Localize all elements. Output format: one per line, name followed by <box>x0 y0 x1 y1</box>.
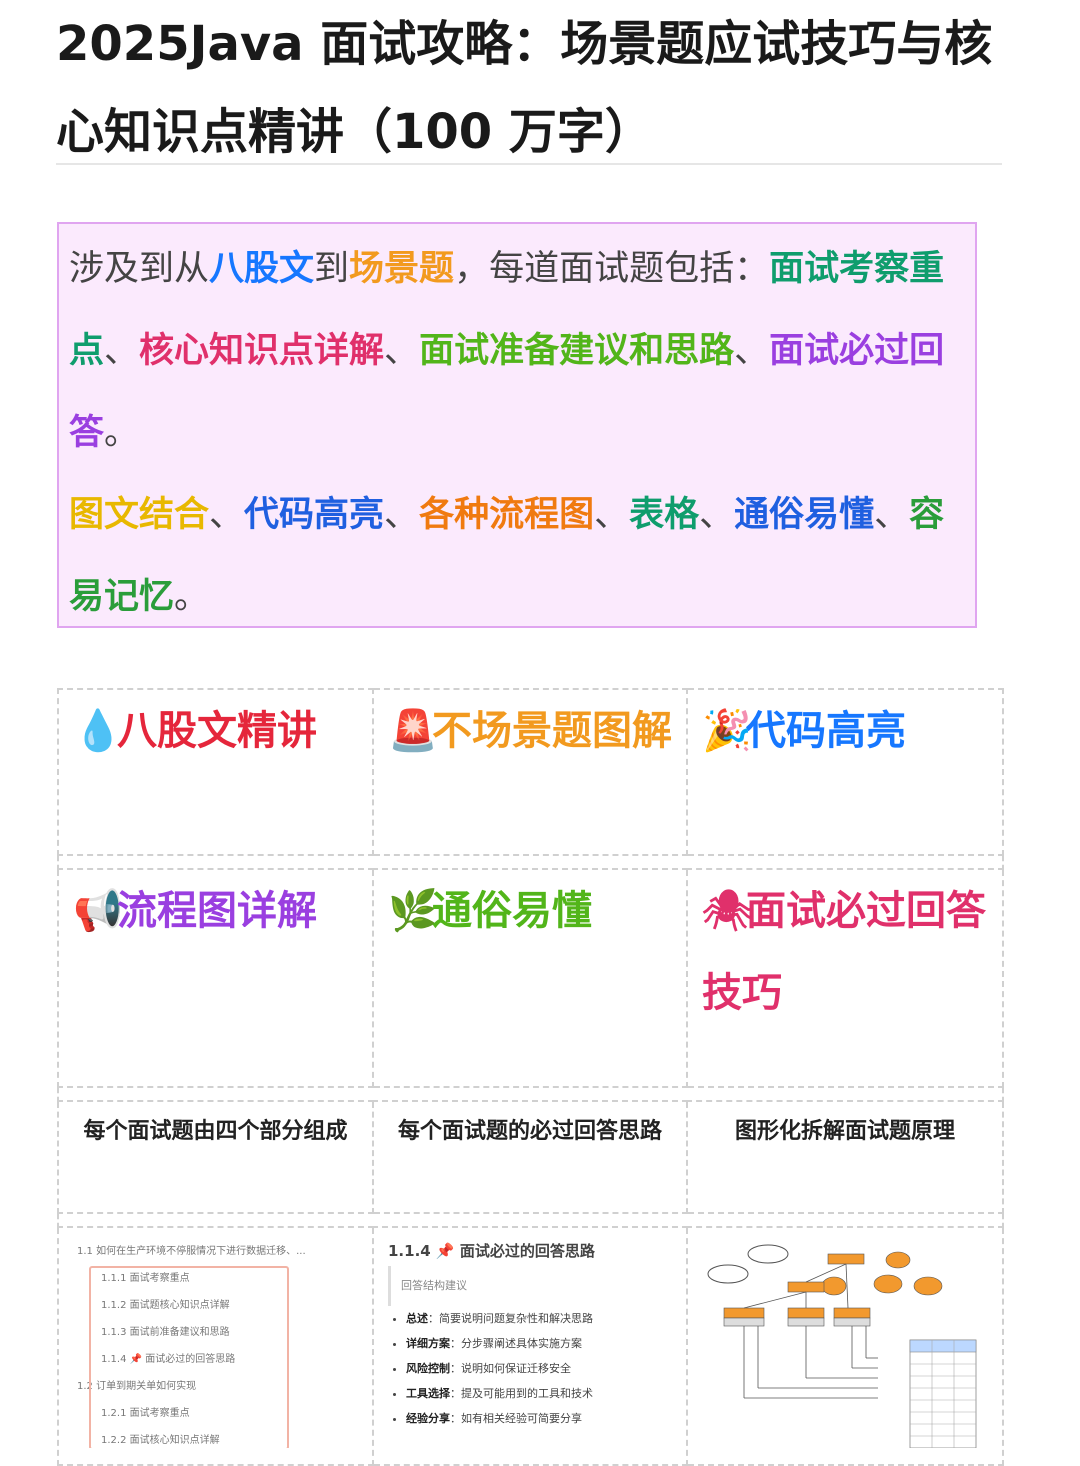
caption-graphical: 图形化拆解面试题原理 <box>734 1119 955 1144</box>
spider-icon: 🕷 <box>702 888 753 934</box>
answer-item: 经验分享：如有相关经验可简要分享 <box>406 1406 672 1431</box>
tree-diagram-illustration <box>707 1244 977 1448</box>
feature-label: 八股文精讲 <box>117 708 317 754</box>
intro-highlight: 核心知识点详解 <box>139 331 385 371</box>
answer-heading: 1.1.4 📌 面试必过的回答思路 <box>388 1242 595 1260</box>
caption-cell: 每个面试题由四个部分组成 <box>57 1100 374 1214</box>
feature-label: 通俗易懂 <box>432 888 592 934</box>
answer-value: ：简要说明问题复杂性和解决思路 <box>428 1312 593 1325</box>
leaf-icon: 🌿 <box>388 888 438 934</box>
answer-item: 风险控制：说明如何保证迁移安全 <box>406 1356 672 1381</box>
intro-highlight: 面试准备建议和思路 <box>419 331 735 371</box>
answer-key: 风险控制 <box>406 1362 450 1375</box>
intro-paragraph-2: 图文结合、代码高亮、各种流程图、表格、通俗易懂、容易记忆。 <box>69 474 965 638</box>
toc-highlight-box <box>89 1266 289 1448</box>
intro-callout: 涉及到从八股文到场景题，每道面试题包括：面试考察重点、核心知识点详解、面试准备建… <box>57 222 977 628</box>
answer-list: 总述：简要说明问题复杂性和解决思路 详细方案：分步骤阐述具体实施方案 风险控制：… <box>388 1306 672 1431</box>
feature-label: 流程图详解 <box>117 888 317 934</box>
answer-item: 总述：简要说明问题复杂性和解决思路 <box>406 1306 672 1331</box>
intro-highlight: 代码高亮 <box>244 495 385 535</box>
feature-grid: 💧八股文精讲 🚨不场景题图解 🎉代码高亮 📢流程图详解 🌿通俗易懂 🕷面试必过回… <box>57 688 1004 1466</box>
answer-item: 工具选择：提及可能用到的工具和技术 <box>406 1381 672 1406</box>
intro-text: 、 <box>384 331 420 371</box>
feature-label: 不场景题图解 <box>432 708 672 754</box>
intro-highlight: 八股文 <box>209 249 315 289</box>
feature-cell: 🌿通俗易懂 <box>372 868 688 1088</box>
thumbnail-diagram <box>686 1226 1004 1466</box>
confetti-icon: 🎉 <box>702 708 752 754</box>
thumbnail-answer: 1.1.4 📌 面试必过的回答思路 回答结构建议 总述：简要说明问题复杂性和解决… <box>372 1226 688 1466</box>
answer-value: ：分步骤阐述具体实施方案 <box>450 1337 582 1350</box>
intro-text: 、 <box>699 495 735 535</box>
answer-key: 经验分享 <box>406 1412 450 1425</box>
intro-text: 。 <box>174 577 210 617</box>
answer-value: ：提及可能用到的工具和技术 <box>450 1387 593 1400</box>
answer-quote: 回答结构建议 <box>388 1266 672 1306</box>
feature-cell: 🎉代码高亮 <box>686 688 1004 856</box>
intro-text: 、 <box>874 495 910 535</box>
caption-four-parts: 每个面试题由四个部分组成 <box>83 1119 348 1144</box>
answer-value: ：说明如何保证迁移安全 <box>450 1362 571 1375</box>
intro-text: 。 <box>104 413 140 453</box>
intro-highlight: 各种流程图 <box>419 495 595 535</box>
answer-key: 详细方案 <box>406 1337 450 1350</box>
intro-text: ，每道面试题包括： <box>454 249 770 289</box>
page-title: 2025Java 面试攻略：场景题应试技巧与核心知识点精讲（100 万字） <box>56 16 993 160</box>
answer-item: 详细方案：分步骤阐述具体实施方案 <box>406 1331 672 1356</box>
caption-cell: 图形化拆解面试题原理 <box>686 1100 1004 1214</box>
thumbnail-toc: 1.1 如何在生产环境不停服情况下进行数据迁移、... 1.1.1 面试考察重点… <box>57 1226 374 1466</box>
intro-paragraph-1: 涉及到从八股文到场景题，每道面试题包括：面试考察重点、核心知识点详解、面试准备建… <box>69 228 965 474</box>
toc-item: 1.1 如何在生产环境不停服情况下进行数据迁移、... <box>77 1246 306 1257</box>
row-gap <box>57 1086 1004 1102</box>
intro-text: 、 <box>384 495 420 535</box>
title-divider <box>56 163 1002 165</box>
caption-cell: 每个面试题的必过回答思路 <box>372 1100 688 1214</box>
answer-key: 总述 <box>406 1312 428 1325</box>
feature-cell: 🕷面试必过回答技巧 <box>686 868 1004 1088</box>
feature-cell: 💧八股文精讲 <box>57 688 374 856</box>
intro-highlight: 通俗易懂 <box>734 495 875 535</box>
intro-highlight: 图文结合 <box>69 495 210 535</box>
intro-text: 、 <box>594 495 630 535</box>
toc-list: 1.1 如何在生产环境不停服情况下进行数据迁移、... 1.1.1 面试考察重点… <box>59 1228 372 1448</box>
row-gap <box>57 854 1004 870</box>
siren-icon: 🚨 <box>388 708 438 754</box>
intro-text: 、 <box>734 331 770 371</box>
droplet-icon: 💧 <box>73 708 123 754</box>
intro-text: 到 <box>314 249 350 289</box>
intro-highlight: 表格 <box>629 495 700 535</box>
answer-key: 工具选择 <box>406 1387 450 1400</box>
caption-answer-approach: 每个面试题的必过回答思路 <box>397 1119 662 1144</box>
intro-text: 、 <box>209 495 245 535</box>
feature-label: 代码高亮 <box>746 708 906 754</box>
intro-highlight: 场景题 <box>349 249 455 289</box>
feature-cell: 🚨不场景题图解 <box>372 688 688 856</box>
intro-text: 、 <box>104 331 140 371</box>
megaphone-icon: 📢 <box>73 888 123 934</box>
feature-cell: 📢流程图详解 <box>57 868 374 1088</box>
intro-text: 涉及到从 <box>69 249 210 289</box>
row-gap <box>57 1212 1004 1228</box>
answer-value: ：如有相关经验可简要分享 <box>450 1412 582 1425</box>
